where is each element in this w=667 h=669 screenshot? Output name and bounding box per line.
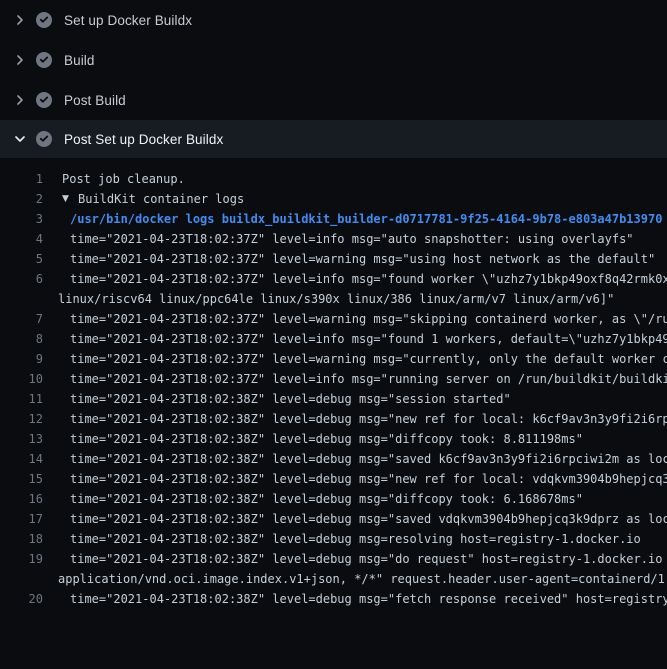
log-line-number[interactable]: 5 (0, 249, 43, 269)
step-row[interactable]: Post Set up Docker Buildx (0, 120, 667, 158)
log-line-text[interactable]: BuildKit container logs (78, 189, 244, 209)
log-line-text: time="2021-04-23T18:02:38Z" level=debug … (70, 409, 667, 429)
log-line-text: time="2021-04-23T18:02:38Z" level=debug … (70, 589, 667, 609)
log-row: 18 time="2021-04-23T18:02:38Z" level=deb… (0, 529, 667, 549)
log-line-number[interactable]: 10 (0, 369, 43, 389)
log-row: 14 time="2021-04-23T18:02:38Z" level=deb… (0, 449, 667, 469)
log-row: 5 time="2021-04-23T18:02:37Z" level=warn… (0, 249, 667, 269)
log-line-text: time="2021-04-23T18:02:37Z" level=info m… (70, 229, 634, 249)
check-circle-icon (36, 131, 52, 147)
log-line-text: time="2021-04-23T18:02:38Z" level=debug … (70, 469, 667, 489)
log-line-text: time="2021-04-23T18:02:38Z" level=debug … (70, 429, 583, 449)
log-line-text: time="2021-04-23T18:02:38Z" level=debug … (70, 449, 667, 469)
log-line-number[interactable]: 18 (0, 529, 43, 549)
log-line-text: Post job cleanup. (62, 169, 185, 189)
log-line-number[interactable]: 9 (0, 349, 43, 369)
log-row: 12 time="2021-04-23T18:02:38Z" level=deb… (0, 409, 667, 429)
log-line-text: time="2021-04-23T18:02:37Z" level=info m… (70, 369, 667, 389)
log-line-text: linux/riscv64 linux/ppc64le linux/s390x … (58, 289, 614, 309)
check-circle-icon (36, 52, 52, 68)
log-line-text: time="2021-04-23T18:02:37Z" level=info m… (70, 329, 667, 349)
log-line-number[interactable]: 12 (0, 409, 43, 429)
log-row: 9 time="2021-04-23T18:02:37Z" level=warn… (0, 349, 667, 369)
log-line-number[interactable]: 20 (0, 589, 43, 609)
log-line-number[interactable]: 4 (0, 229, 43, 249)
log-row: 11 time="2021-04-23T18:02:38Z" level=deb… (0, 389, 667, 409)
log-line-text: time="2021-04-23T18:02:38Z" level=debug … (70, 549, 667, 569)
log-line-number[interactable]: 13 (0, 429, 43, 449)
steps-list: Set up Docker Buildx Build P (0, 0, 667, 158)
log-row: 13 time="2021-04-23T18:02:38Z" level=deb… (0, 429, 667, 449)
step-row[interactable]: Build (0, 40, 667, 80)
check-circle-icon (36, 92, 52, 108)
log-row: 7 time="2021-04-23T18:02:37Z" level=warn… (0, 309, 667, 329)
group-toggle-icon[interactable]: ▼ (62, 189, 69, 209)
log-row: 6 time="2021-04-23T18:02:37Z" level=info… (0, 269, 667, 289)
log-line-text: time="2021-04-23T18:02:38Z" level=debug … (70, 529, 641, 549)
step-label: Post Set up Docker Buildx (64, 132, 223, 147)
log-line-text: time="2021-04-23T18:02:38Z" level=debug … (70, 489, 583, 509)
log-row: 4 time="2021-04-23T18:02:37Z" level=info… (0, 229, 667, 249)
log-line-number[interactable]: 16 (0, 489, 43, 509)
log-section: 1 Post job cleanup. 2 BuildKit container… (0, 158, 667, 609)
log-row: application/vnd.oci.image.index.v1+json,… (0, 569, 667, 589)
log-row: 2 BuildKit container logs ▼ (0, 189, 667, 209)
step-label: Set up Docker Buildx (64, 13, 192, 28)
log-row: 8 time="2021-04-23T18:02:37Z" level=info… (0, 329, 667, 349)
log-row: 10 time="2021-04-23T18:02:37Z" level=inf… (0, 369, 667, 389)
log-row: 1 Post job cleanup. (0, 169, 667, 189)
log-line-text: time="2021-04-23T18:02:38Z" level=debug … (70, 509, 667, 529)
log-row: 15 time="2021-04-23T18:02:38Z" level=deb… (0, 469, 667, 489)
log-line-number[interactable]: 19 (0, 549, 43, 569)
step-label: Post Build (64, 93, 126, 108)
log-line-text: application/vnd.oci.image.index.v1+json,… (58, 569, 667, 589)
log-line-number[interactable]: 7 (0, 309, 43, 329)
check-circle-icon (36, 12, 52, 28)
chevron-right-icon (12, 52, 28, 68)
log-line-number[interactable]: 17 (0, 509, 43, 529)
log-line-text: time="2021-04-23T18:02:37Z" level=warnin… (70, 309, 667, 329)
chevron-right-icon (12, 92, 28, 108)
log-row: linux/riscv64 linux/ppc64le linux/s390x … (0, 289, 667, 309)
step-row[interactable]: Set up Docker Buildx (0, 0, 667, 40)
log-line-text: time="2021-04-23T18:02:37Z" level=warnin… (70, 349, 667, 369)
log-row: 16 time="2021-04-23T18:02:38Z" level=deb… (0, 489, 667, 509)
log-row: 17 time="2021-04-23T18:02:38Z" level=deb… (0, 509, 667, 529)
log-line-text: time="2021-04-23T18:02:37Z" level=warnin… (70, 249, 655, 269)
log-line-number[interactable]: 11 (0, 389, 43, 409)
log-line-text: /usr/bin/docker logs buildx_buildkit_bui… (70, 209, 662, 229)
log-row: 19 time="2021-04-23T18:02:38Z" level=deb… (0, 549, 667, 569)
chevron-down-icon (12, 131, 28, 147)
log-line-number[interactable]: 14 (0, 449, 43, 469)
log-line-number[interactable]: 1 (0, 169, 43, 189)
log-row: 3 /usr/bin/docker logs buildx_buildkit_b… (0, 209, 667, 229)
log-line-number[interactable]: 8 (0, 329, 43, 349)
log-row: 20 time="2021-04-23T18:02:38Z" level=deb… (0, 589, 667, 609)
log-line-number[interactable]: 15 (0, 469, 43, 489)
log-line-text: time="2021-04-23T18:02:38Z" level=debug … (70, 389, 511, 409)
log-line-number[interactable]: 6 (0, 269, 43, 289)
log-line-text: time="2021-04-23T18:02:37Z" level=info m… (70, 269, 667, 289)
chevron-right-icon (12, 12, 28, 28)
step-row[interactable]: Post Build (0, 80, 667, 120)
log-line-number[interactable]: 3 (0, 209, 43, 229)
log-line-number[interactable]: 2 (0, 189, 43, 209)
step-label: Build (64, 53, 95, 68)
